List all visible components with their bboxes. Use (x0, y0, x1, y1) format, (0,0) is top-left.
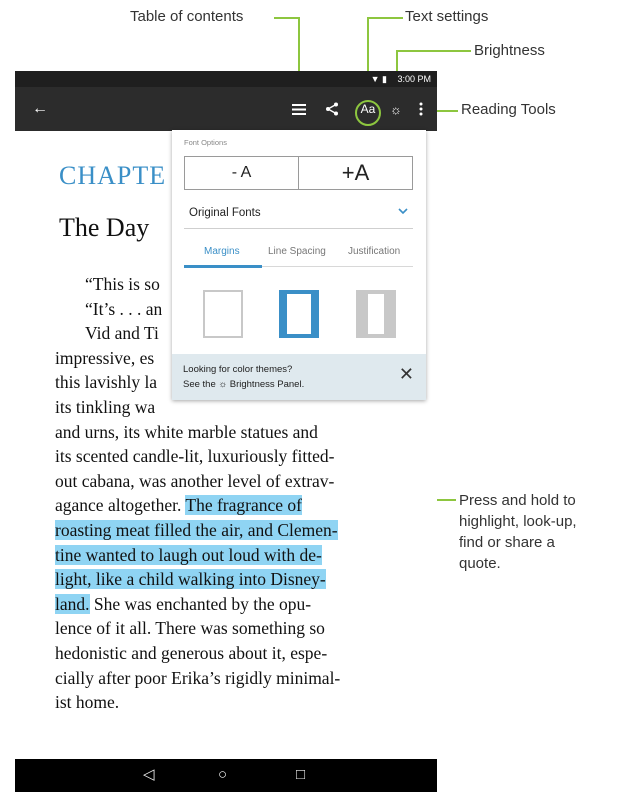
wifi-battery-icons: ▼ ▮ (370, 74, 387, 84)
text-line: its scented candle-lit, luxuriously fitt… (55, 446, 335, 467)
font-dropdown-value: Original Fonts (189, 207, 261, 219)
text-line: and urns, its white marble statues and (55, 421, 318, 442)
highlighted-text[interactable]: roasting meat filled the air, and Clemen… (55, 519, 338, 540)
text-line: land. She was enchanted by the opu- (55, 592, 400, 617)
callout-brightness: Brightness (474, 42, 545, 59)
callout-highlight-line: quote. (459, 555, 501, 572)
nav-home-icon[interactable]: ○ (218, 766, 227, 784)
chapter-heading: CHAPTE (59, 161, 167, 190)
text-line: out cabana, was another level of extrav- (55, 470, 335, 491)
status-bar: ▼ ▮ 3:00 PM (15, 71, 437, 87)
text-line: ist home. (55, 692, 120, 713)
text-settings-highlight-ring (355, 100, 381, 126)
text-line: roasting meat filled the air, and Clemen… (55, 518, 400, 543)
margin-option-inner (368, 294, 384, 334)
callout-highlight-line: highlight, look-up, (459, 513, 577, 530)
highlighted-text[interactable]: tine wanted to laugh out loud with de- (55, 544, 322, 565)
margin-option-medium[interactable] (279, 290, 319, 338)
callout-highlight-line: Press and hold to (459, 492, 576, 509)
nav-back-icon[interactable]: ◁ (143, 766, 155, 784)
callout-line (274, 17, 300, 19)
text-line: tine wanted to laugh out loud with de- (55, 543, 400, 568)
nav-recents-icon[interactable]: □ (296, 766, 305, 784)
back-arrow-icon[interactable]: ← (29, 98, 51, 120)
decrease-font-button[interactable]: - A (185, 157, 298, 189)
callout-line (367, 17, 403, 19)
text-line: cially after poor Erika’s rigidly minima… (55, 667, 341, 688)
share-icon[interactable] (321, 98, 343, 120)
margin-option-wide[interactable] (356, 290, 396, 338)
layout-tabs: Margins Line Spacing Justification (184, 242, 413, 268)
themes-see-text: See the (183, 379, 216, 390)
close-icon[interactable]: ✕ (399, 364, 414, 384)
callout-reading-tools: Reading Tools (461, 101, 556, 118)
font-dropdown[interactable]: Original Fonts (184, 198, 413, 229)
text-line: light, like a child walking into Disney- (55, 567, 400, 592)
text-line: hedonistic and generous about it, espe- (55, 642, 328, 663)
margin-option-inner (287, 290, 311, 338)
callout-highlight-line: find or share a (459, 534, 555, 551)
font-size-control: - A +A (184, 156, 413, 190)
highlighted-text[interactable]: light, like a child walking into Disney- (55, 569, 326, 590)
tab-line-spacing[interactable]: Line Spacing (268, 246, 326, 257)
callout-text-settings: Text settings (405, 8, 489, 25)
text-line: lence of it all. There was something so (55, 618, 325, 639)
callout-highlight: Press and hold to highlight, look-up, fi… (459, 490, 577, 574)
panel-title: Font Options (184, 138, 227, 147)
margin-option-narrow[interactable] (203, 290, 243, 338)
brightness-small-icon: ☼ (218, 379, 228, 390)
color-themes-banner: Looking for color themes? See the ☼ Brig… (172, 354, 426, 400)
brightness-panel-link[interactable]: Brightness Panel. (230, 379, 304, 390)
status-time: 3:00 PM (397, 74, 431, 84)
increase-font-button[interactable]: +A (298, 157, 412, 189)
table-of-contents-icon[interactable] (288, 98, 310, 120)
brightness-icon[interactable]: ☼ (385, 98, 407, 120)
active-tab-indicator (184, 265, 262, 268)
text-segment: She was enchanted by the opu- (93, 593, 312, 614)
themes-message: Looking for color themes? (183, 364, 293, 375)
text-line: agance altogether. The fragrance of (55, 493, 400, 518)
callout-table-of-contents: Table of contents (130, 8, 244, 25)
tablet-device: ▼ ▮ 3:00 PM ← Aa ☼ CHAPTE The Day “This … (15, 71, 437, 792)
chapter-title: The Day (59, 213, 150, 242)
highlighted-text[interactable]: The fragrance of (185, 495, 302, 516)
android-nav-bar: ◁ ○ □ (15, 759, 437, 792)
font-options-panel: Font Options - A +A Original Fonts Margi… (172, 130, 426, 400)
reading-tools-menu-icon[interactable] (413, 98, 429, 120)
text-segment: agance altogether. (55, 495, 182, 516)
chevron-down-icon (398, 208, 408, 215)
tab-justification[interactable]: Justification (348, 246, 400, 257)
highlighted-text[interactable]: land. (55, 593, 90, 614)
tab-margins[interactable]: Margins (204, 246, 240, 257)
themes-link-line: See the ☼ Brightness Panel. (183, 379, 304, 390)
callout-line (396, 50, 471, 52)
